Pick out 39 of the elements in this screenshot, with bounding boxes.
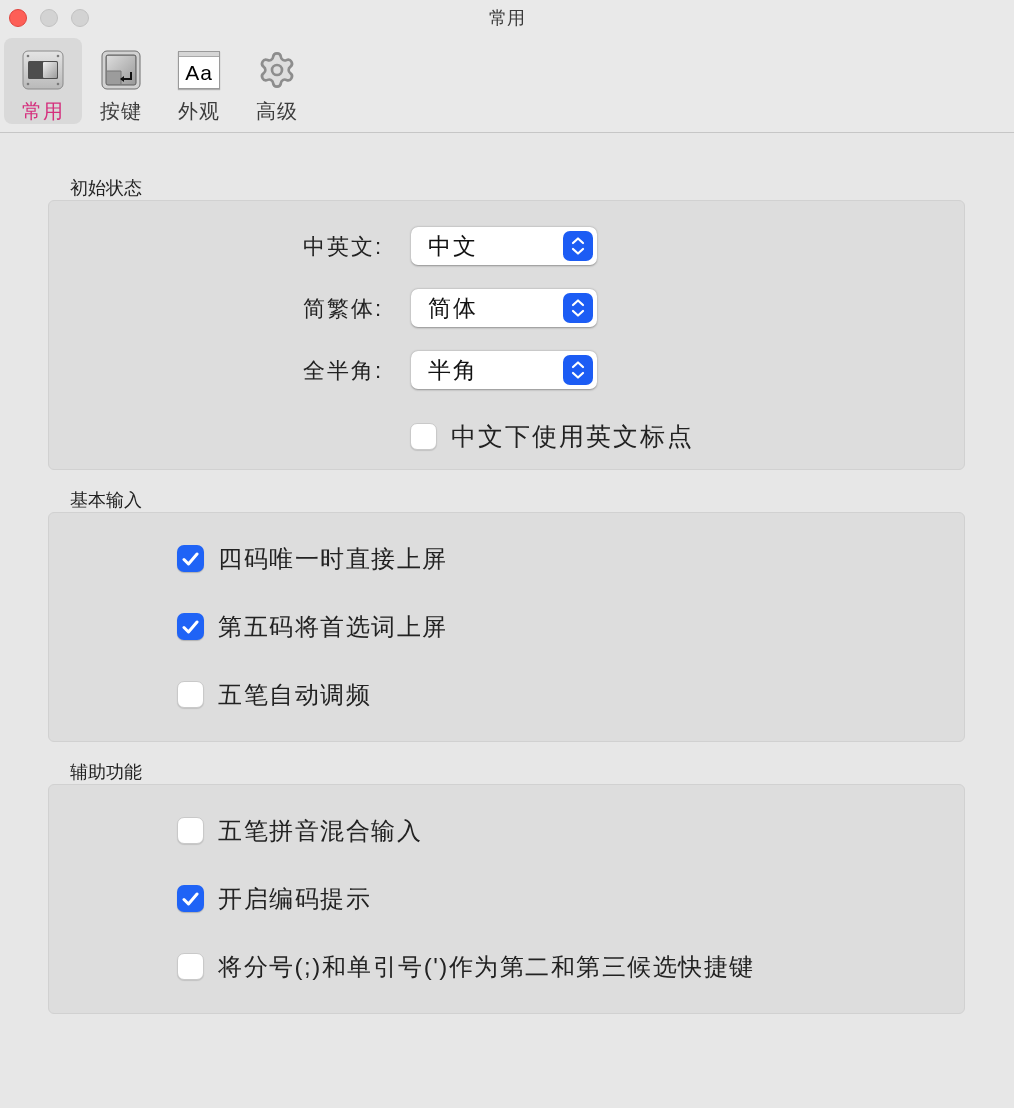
font-window-icon: Aa [178, 51, 220, 89]
toolbar-tab[interactable]: 按键 [82, 38, 160, 124]
chevron-up-down-icon [563, 293, 593, 323]
checkbox-label: 四码唯一时直接上屏 [218, 543, 448, 574]
field-label: 简繁体: [301, 294, 384, 323]
field-label: 全半角: [301, 356, 384, 385]
window-title: 常用 [489, 6, 525, 30]
section-title: 辅助功能 [69, 761, 143, 783]
checkbox-label: 五笔拼音混合输入 [218, 815, 422, 846]
checkbox[interactable] [177, 885, 204, 912]
popup-button[interactable]: 中文 [411, 227, 597, 265]
checkbox-label: 中文下使用英文标点 [451, 420, 694, 452]
toggle-panel-icon [22, 50, 64, 90]
checkbox[interactable] [177, 545, 204, 572]
section-title: 初始状态 [69, 177, 143, 199]
popup-button[interactable]: 简体 [411, 289, 597, 327]
chevron-up-down-icon [563, 231, 593, 261]
toolbar-tab[interactable]: 高级 [238, 38, 316, 124]
checkbox-label: 开启编码提示 [218, 883, 371, 914]
checkbox-label: 第五码将首选词上屏 [218, 611, 448, 642]
checkmark-icon [182, 891, 199, 906]
close-button[interactable] [9, 9, 27, 27]
checkbox-label: 将分号(;)和单引号(')作为第二和第三候选快捷键 [218, 951, 755, 982]
section-title: 基本输入 [69, 489, 143, 511]
zoom-button[interactable] [71, 9, 89, 27]
checkbox[interactable] [410, 423, 437, 450]
checkmark-icon [182, 619, 199, 634]
return-key-icon [101, 50, 141, 90]
chevron-up-down-icon [563, 355, 593, 385]
checkmark-icon [182, 551, 199, 566]
checkbox[interactable] [177, 953, 204, 980]
checkbox-label: 五笔自动调频 [218, 679, 371, 710]
toolbar-tab[interactable]: Aa 外观 [160, 38, 238, 124]
popup-button[interactable]: 半角 [411, 351, 597, 389]
minimize-button[interactable] [40, 9, 58, 27]
checkbox[interactable] [177, 681, 204, 708]
checkbox[interactable] [177, 817, 204, 844]
field-label: 中英文: [301, 232, 384, 261]
checkbox[interactable] [177, 613, 204, 640]
